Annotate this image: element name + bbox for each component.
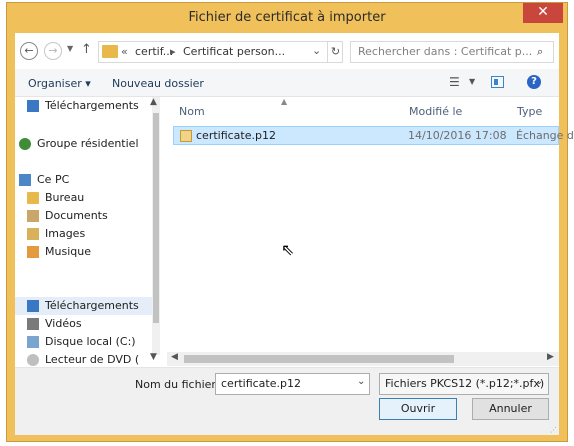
file-row[interactable]: certificate.p12 14/10/2016 17:08 Échange… bbox=[173, 126, 574, 145]
horizontal-scrollbar[interactable]: ◀ ▶ bbox=[167, 352, 559, 366]
scroll-right-chevron-icon[interactable]: ▶ bbox=[547, 352, 554, 362]
up-arrow-icon[interactable]: ↑ bbox=[81, 42, 92, 57]
downloads-folder-icon bbox=[27, 100, 39, 112]
dialog-client: ← → ▼ ↑ « certif... ▸ Certificat person.… bbox=[15, 33, 574, 435]
close-button[interactable]: ✕ bbox=[523, 3, 563, 23]
forward-arrow-icon[interactable]: → bbox=[44, 42, 62, 60]
scroll-left-chevron-icon[interactable]: ◀ bbox=[171, 352, 178, 362]
scroll-down-chevron-icon[interactable]: ▼ bbox=[150, 352, 157, 362]
file-name: certificate.p12 bbox=[196, 129, 276, 142]
filename-value[interactable]: certificate.p12 bbox=[221, 377, 301, 390]
nav-item-ce-pc[interactable]: Ce PC bbox=[15, 171, 152, 189]
nav-item-label: Ce PC bbox=[37, 173, 70, 186]
column-header-modified[interactable]: Modifié le bbox=[409, 105, 462, 118]
view-options-icon[interactable]: ☰ bbox=[449, 75, 460, 89]
file-type-filter[interactable]: Fichiers PKCS12 (*.p12;*.pfx) ⌄ bbox=[379, 373, 549, 395]
open-button[interactable]: Ouvrir bbox=[379, 398, 457, 420]
title-bar[interactable]: Fichier de certificat à importer ✕ bbox=[7, 3, 567, 33]
nav-item-label: Disque local (C:) bbox=[45, 335, 136, 348]
organise-button[interactable]: Organiser ▾ bbox=[28, 77, 91, 90]
search-placeholder: Rechercher dans : Certificat p... bbox=[358, 45, 533, 58]
nav-scrollbar-thumb[interactable] bbox=[153, 113, 159, 323]
nav-item-telechargements-quick[interactable]: Téléchargements bbox=[15, 97, 152, 115]
column-header-name[interactable]: Nom bbox=[179, 105, 205, 118]
window-title: Fichier de certificat à importer bbox=[188, 10, 386, 25]
address-row: ← → ▼ ↑ « certif... ▸ Certificat person.… bbox=[15, 33, 559, 69]
nav-item-label: Documents bbox=[45, 209, 108, 222]
nav-item-telechargements[interactable]: Téléchargements bbox=[15, 297, 152, 315]
nav-item-disque-local[interactable]: Disque local (C:) bbox=[15, 333, 152, 351]
nav-item-groupe-residentiel[interactable]: Groupe résidentiel bbox=[15, 135, 152, 153]
nav-item-label: Téléchargements bbox=[45, 99, 139, 112]
view-dropdown-chevron-icon[interactable]: ▼ bbox=[469, 77, 475, 86]
dvd-drive-icon bbox=[27, 354, 39, 366]
help-icon[interactable]: ? bbox=[527, 75, 541, 89]
dialog-window: Fichier de certificat à importer ✕ ← → ▼… bbox=[6, 2, 574, 442]
preview-pane-icon[interactable] bbox=[491, 76, 504, 88]
filename-label: Nom du fichier : bbox=[135, 378, 224, 391]
filter-dropdown-chevron-icon[interactable]: ⌄ bbox=[535, 376, 543, 387]
search-icon[interactable]: ⌕ bbox=[537, 45, 543, 59]
recent-locations-chevron-icon[interactable]: ▼ bbox=[67, 44, 73, 53]
nav-item-label: Images bbox=[45, 227, 86, 240]
nav-item-documents[interactable]: Documents bbox=[15, 207, 152, 225]
file-type: Échange d bbox=[516, 129, 574, 142]
pictures-folder-icon bbox=[27, 228, 39, 240]
file-type-filter-value: Fichiers PKCS12 (*.p12;*.pfx) bbox=[385, 377, 545, 390]
file-modified: 14/10/2016 17:08 bbox=[408, 129, 507, 142]
nav-item-label: Musique bbox=[45, 245, 91, 258]
nav-item-label: Bureau bbox=[45, 191, 85, 204]
breadcrumb-segment-current[interactable]: Certificat person... bbox=[183, 45, 285, 58]
filename-field[interactable]: certificate.p12 ⌄ bbox=[215, 373, 370, 395]
mouse-pointer-icon: ⇖ bbox=[281, 240, 295, 259]
nav-item-label: Téléchargements bbox=[45, 299, 139, 312]
file-list[interactable]: Nom ▲ Modifié le Type certificate.p12 14… bbox=[167, 97, 574, 367]
horizontal-scrollbar-thumb[interactable] bbox=[184, 355, 454, 363]
back-arrow-icon[interactable]: ← bbox=[20, 42, 38, 60]
filename-dropdown-chevron-icon[interactable]: ⌄ bbox=[357, 376, 365, 387]
nav-item-videos[interactable]: Vidéos bbox=[15, 315, 152, 333]
documents-folder-icon bbox=[27, 210, 39, 222]
desktop-folder-icon bbox=[27, 192, 39, 204]
homegroup-icon bbox=[19, 138, 31, 150]
this-pc-icon bbox=[19, 174, 31, 186]
local-disk-icon bbox=[27, 336, 39, 348]
nav-item-images[interactable]: Images bbox=[15, 225, 152, 243]
search-input[interactable]: Rechercher dans : Certificat p... ⌕ bbox=[350, 41, 554, 63]
certificate-file-icon bbox=[180, 130, 192, 142]
music-folder-icon bbox=[27, 246, 39, 258]
resize-grip-icon[interactable]: ⋰ bbox=[550, 426, 557, 434]
new-folder-button[interactable]: Nouveau dossier bbox=[112, 77, 204, 90]
breadcrumb-separator-icon[interactable]: ▸ bbox=[170, 45, 176, 58]
sort-ascending-icon: ▲ bbox=[281, 97, 288, 106]
nav-item-bureau[interactable]: Bureau bbox=[15, 189, 152, 207]
navigation-pane[interactable]: Téléchargements Groupe résidentiel Ce PC… bbox=[15, 97, 160, 367]
nav-item-label: Groupe résidentiel bbox=[37, 137, 139, 150]
path-overflow-chevron-icon[interactable]: « bbox=[121, 45, 128, 58]
command-bar: Organiser ▾ Nouveau dossier ☰ ▼ ? bbox=[15, 69, 559, 97]
videos-folder-icon bbox=[27, 318, 39, 330]
address-bar[interactable]: « certif... ▸ Certificat person... ⌄ ↻ bbox=[98, 41, 343, 63]
breadcrumb-segment[interactable]: certif... bbox=[135, 45, 173, 58]
nav-item-musique[interactable]: Musique bbox=[15, 243, 152, 261]
refresh-icon[interactable]: ↻ bbox=[327, 42, 343, 62]
address-dropdown-chevron-icon[interactable]: ⌄ bbox=[312, 44, 321, 57]
cancel-button[interactable]: Annuler bbox=[472, 398, 549, 420]
scroll-up-chevron-icon[interactable]: ▲ bbox=[150, 97, 157, 107]
folder-icon bbox=[102, 45, 118, 58]
dialog-footer: Nom du fichier : certificate.p12 ⌄ Fichi… bbox=[15, 367, 559, 435]
nav-item-label: Vidéos bbox=[45, 317, 82, 330]
column-header-type[interactable]: Type bbox=[517, 105, 542, 118]
downloads-folder-icon bbox=[27, 300, 39, 312]
